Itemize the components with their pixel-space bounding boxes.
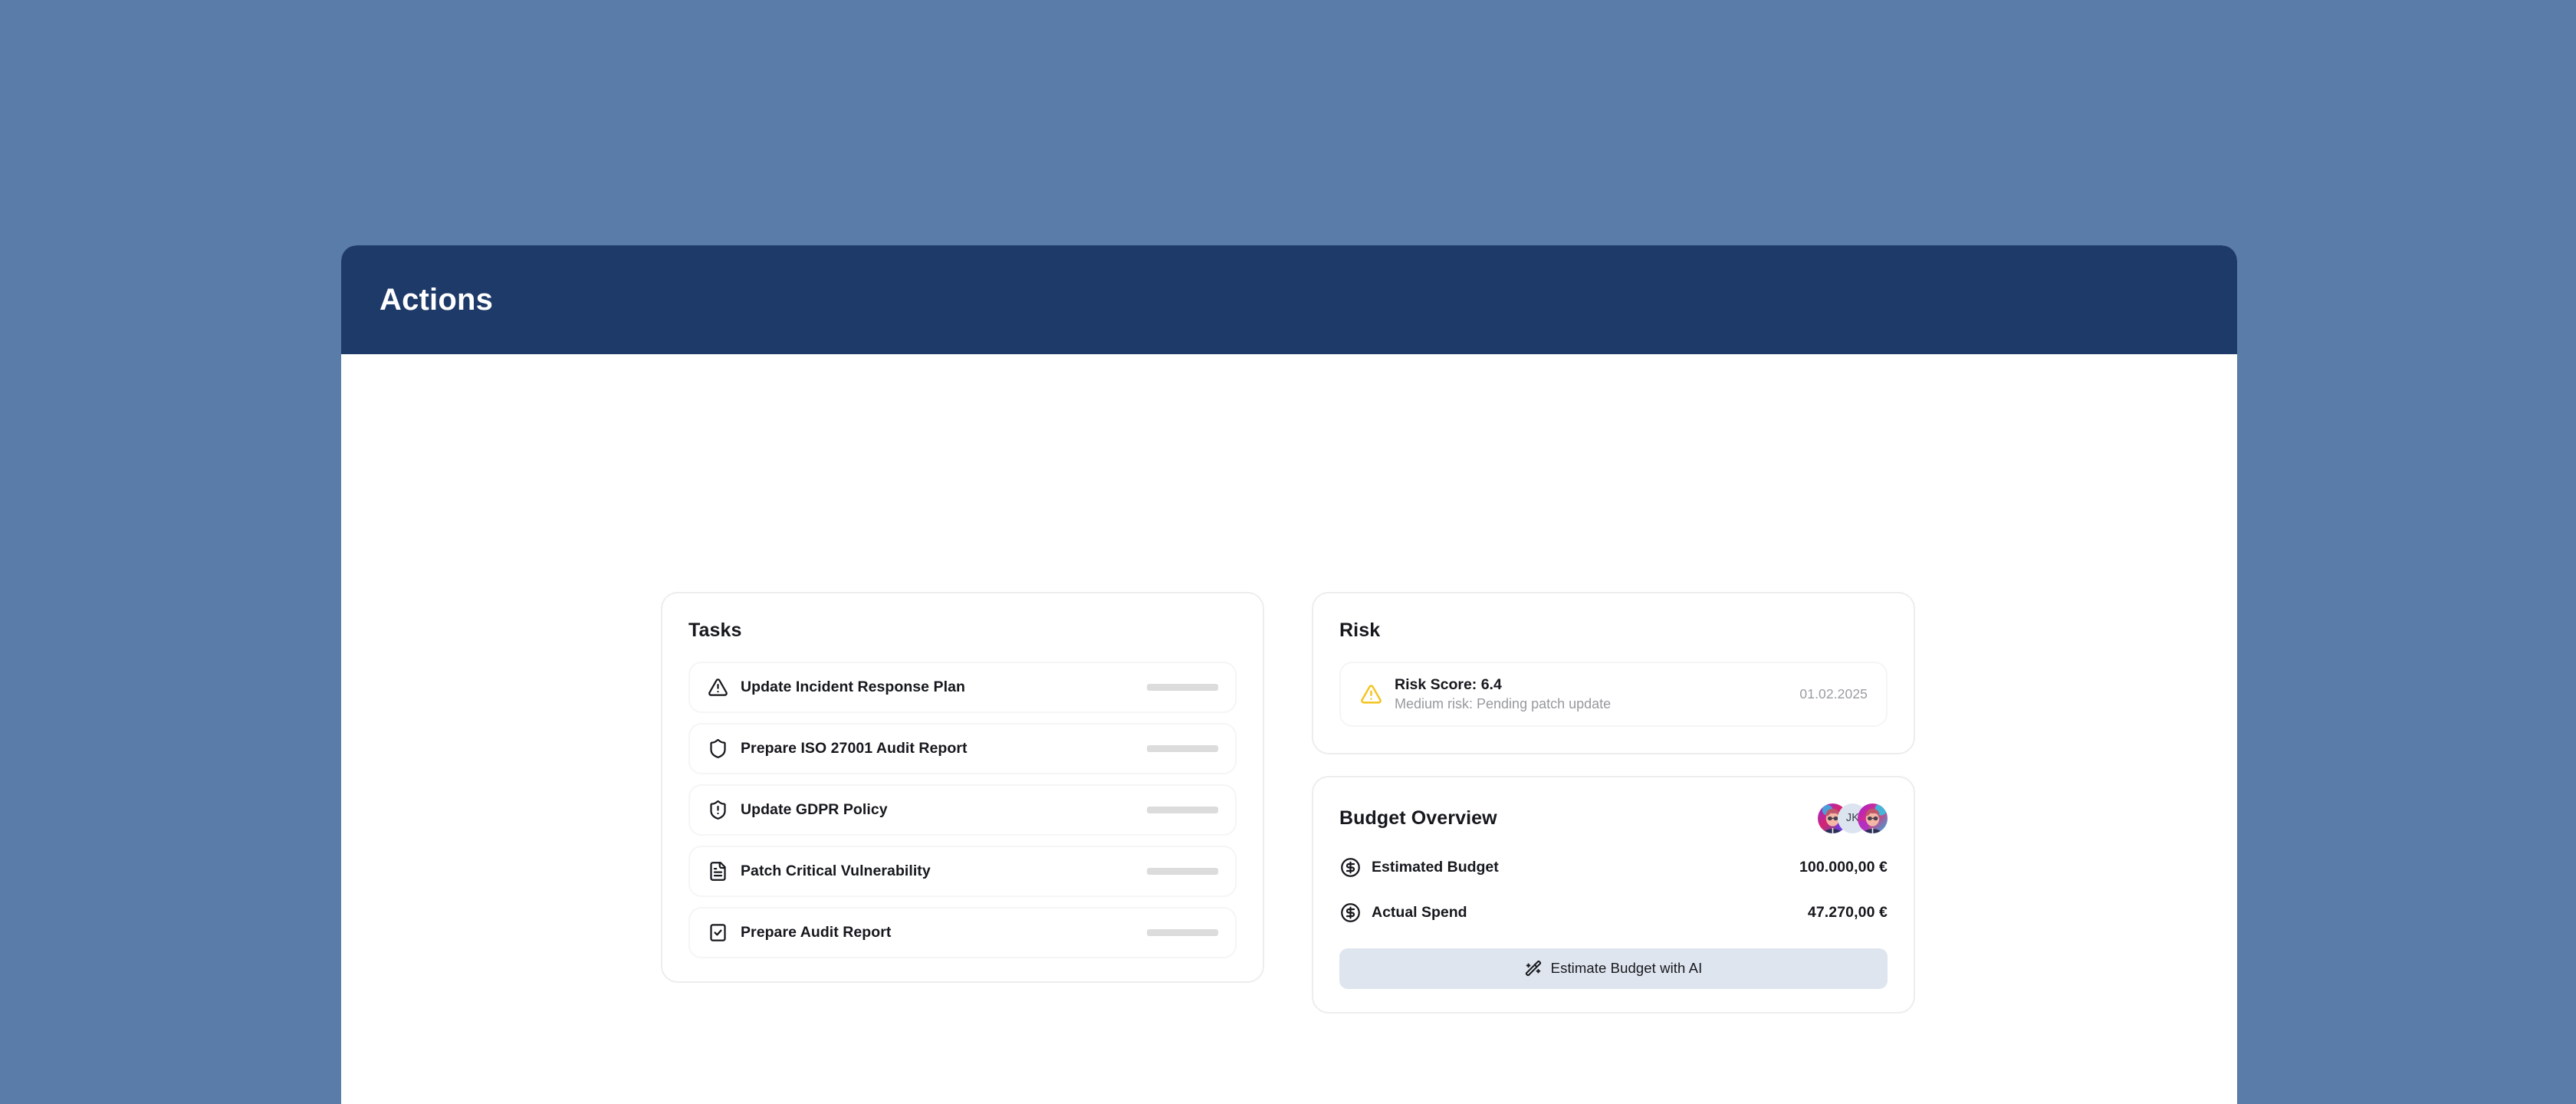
budget-card-header: Budget Overview JK bbox=[1339, 803, 1888, 833]
tasks-column: Tasks Update Incident Response Plan Prep… bbox=[661, 592, 1264, 983]
shield-icon bbox=[707, 738, 729, 760]
task-row[interactable]: Update Incident Response Plan bbox=[688, 662, 1237, 713]
task-skeleton-bar bbox=[1147, 929, 1218, 936]
task-row[interactable]: Update GDPR Policy bbox=[688, 784, 1237, 836]
app-body: Tasks Update Incident Response Plan Prep… bbox=[341, 354, 2237, 1104]
wand-sparkles-icon bbox=[1525, 960, 1543, 978]
right-column: Risk Risk Score: 6.4 Medium risk: Pendin… bbox=[1312, 592, 1915, 1014]
task-skeleton-bar bbox=[1147, 684, 1218, 691]
task-row[interactable]: Prepare Audit Report bbox=[688, 907, 1237, 958]
task-label: Patch Critical Vulnerability bbox=[741, 863, 931, 879]
tasks-list: Update Incident Response Plan Prepare IS… bbox=[688, 662, 1237, 958]
task-label: Prepare Audit Report bbox=[741, 924, 892, 941]
budget-overview-card: Budget Overview JK Estimated Budget 100.… bbox=[1312, 775, 1915, 1014]
budget-card-title: Budget Overview bbox=[1339, 807, 1497, 829]
page-title: Actions bbox=[380, 282, 494, 317]
estimate-budget-with-ai-button[interactable]: Estimate Budget with AI bbox=[1339, 948, 1888, 989]
clipboard-check-icon bbox=[707, 922, 729, 944]
budget-value: 47.270,00 € bbox=[1807, 904, 1888, 922]
circle-dollar-icon bbox=[1339, 857, 1361, 879]
tasks-card: Tasks Update Incident Response Plan Prep… bbox=[661, 592, 1264, 983]
task-label: Prepare ISO 27001 Audit Report bbox=[741, 740, 968, 757]
avatar-stack[interactable]: JK bbox=[1818, 803, 1888, 833]
risk-entry-text: Risk Score: 6.4 Medium risk: Pending pat… bbox=[1395, 675, 1611, 713]
risk-score: Risk Score: 6.4 bbox=[1395, 676, 1502, 693]
task-label: Update GDPR Policy bbox=[741, 801, 888, 818]
alert-triangle-icon bbox=[707, 676, 729, 698]
tasks-card-title: Tasks bbox=[688, 619, 742, 641]
avatar-user-3[interactable] bbox=[1858, 803, 1888, 833]
task-row[interactable]: Prepare ISO 27001 Audit Report bbox=[688, 723, 1237, 774]
task-skeleton-bar bbox=[1147, 868, 1218, 875]
task-skeleton-bar bbox=[1147, 807, 1218, 813]
file-text-icon bbox=[707, 860, 729, 882]
budget-label: Actual Spend bbox=[1372, 904, 1467, 922]
estimate-budget-with-ai-label: Estimate Budget with AI bbox=[1550, 960, 1703, 977]
budget-label: Estimated Budget bbox=[1372, 859, 1499, 876]
circle-dollar-icon bbox=[1339, 902, 1361, 924]
risk-entry-row[interactable]: Risk Score: 6.4 Medium risk: Pending pat… bbox=[1339, 662, 1888, 727]
task-label: Update Incident Response Plan bbox=[741, 678, 965, 695]
budget-row-estimated: Estimated Budget 100.000,00 € bbox=[1339, 857, 1888, 879]
risk-description: Medium risk: Pending patch update bbox=[1395, 695, 1612, 711]
alert-triangle-icon bbox=[1359, 682, 1382, 705]
risk-card-title: Risk bbox=[1339, 619, 1381, 641]
risk-date: 01.02.2025 bbox=[1799, 685, 1868, 702]
budget-value: 100.000,00 € bbox=[1799, 859, 1888, 876]
shield-alert-icon bbox=[707, 799, 729, 821]
risk-card: Risk Risk Score: 6.4 Medium risk: Pendin… bbox=[1312, 592, 1915, 754]
app-header: Actions bbox=[341, 245, 2237, 354]
app-panel: Actions Tasks Update Incident Response P… bbox=[341, 245, 2237, 1104]
task-skeleton-bar bbox=[1147, 745, 1218, 752]
budget-row-actual: Actual Spend 47.270,00 € bbox=[1339, 902, 1888, 924]
task-row[interactable]: Patch Critical Vulnerability bbox=[688, 846, 1237, 897]
content-grid: Tasks Update Incident Response Plan Prep… bbox=[661, 592, 1915, 1014]
